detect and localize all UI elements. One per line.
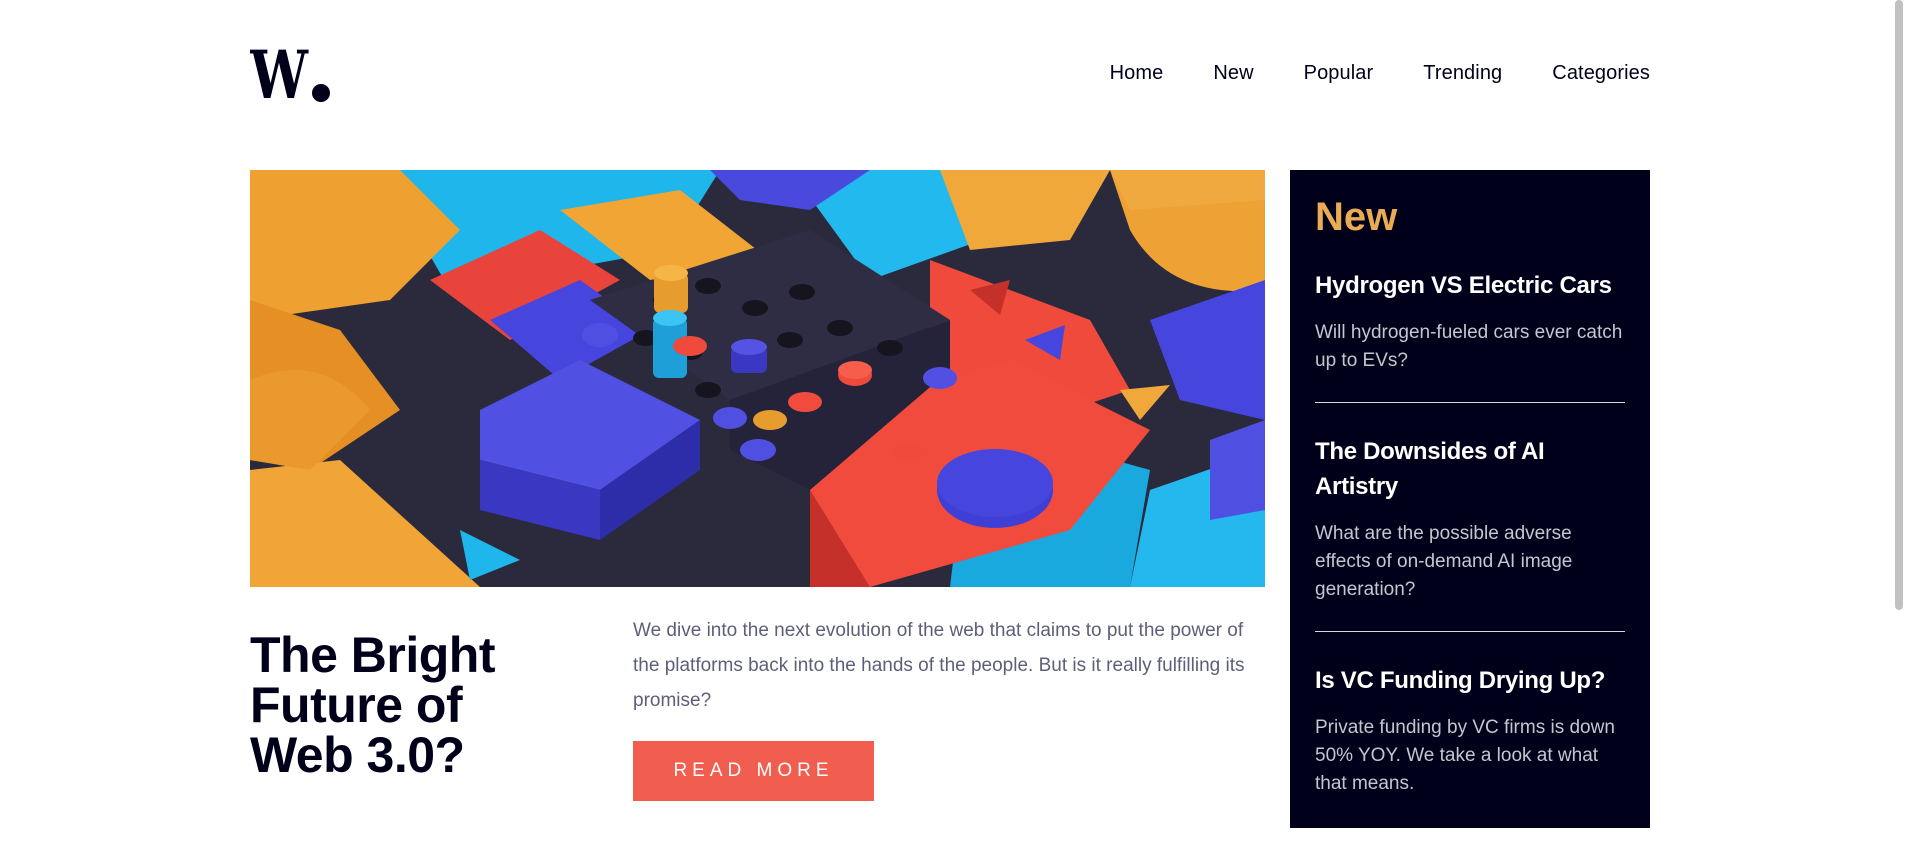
news-item-summary: What are the possible adverse effects of… [1315,523,1573,600]
nav-home[interactable]: Home [1110,62,1164,85]
new-articles-panel: New Hydrogen VS Electric Cars Will hydro… [1290,170,1650,828]
news-item[interactable]: Is VC Funding Drying Up? Private funding… [1315,631,1625,825]
logo-icon[interactable]: W [250,48,332,102]
page-container: W Home New Popular Trending Categories T… [250,0,1650,868]
main-nav: Home New Popular Trending Categories [1110,62,1650,85]
news-item-summary: Will hydrogen-fueled cars ever catch up … [1315,322,1623,371]
news-item-title[interactable]: Hydrogen VS Electric Cars [1315,268,1625,303]
hero-description: We dive into the next evolution of the w… [633,620,1245,711]
read-more-button[interactable]: READ MORE [633,741,874,801]
hero-headline: The Bright Future of Web 3.0? [250,627,495,783]
news-item-summary: Private funding by VC firms is down 50% … [1315,717,1615,794]
scrollbar-thumb[interactable] [1895,0,1903,610]
nav-new[interactable]: New [1213,62,1253,85]
new-panel-heading: New [1315,195,1398,239]
nav-trending[interactable]: Trending [1423,62,1502,85]
news-item[interactable]: Hydrogen VS Electric Cars Will hydrogen-… [1315,268,1625,402]
news-item-title[interactable]: The Downsides of AI Artistry [1315,434,1625,504]
news-item[interactable]: The Downsides of AI Artistry What are th… [1315,402,1625,631]
site-header: W Home New Popular Trending Categories [250,40,1650,110]
news-item-title[interactable]: Is VC Funding Drying Up? [1315,663,1625,698]
page-scrollbar[interactable] [1893,0,1905,868]
nav-categories[interactable]: Categories [1552,62,1650,85]
hero-image [250,170,1265,587]
svg-text:W: W [250,48,309,102]
nav-popular[interactable]: Popular [1304,62,1374,85]
